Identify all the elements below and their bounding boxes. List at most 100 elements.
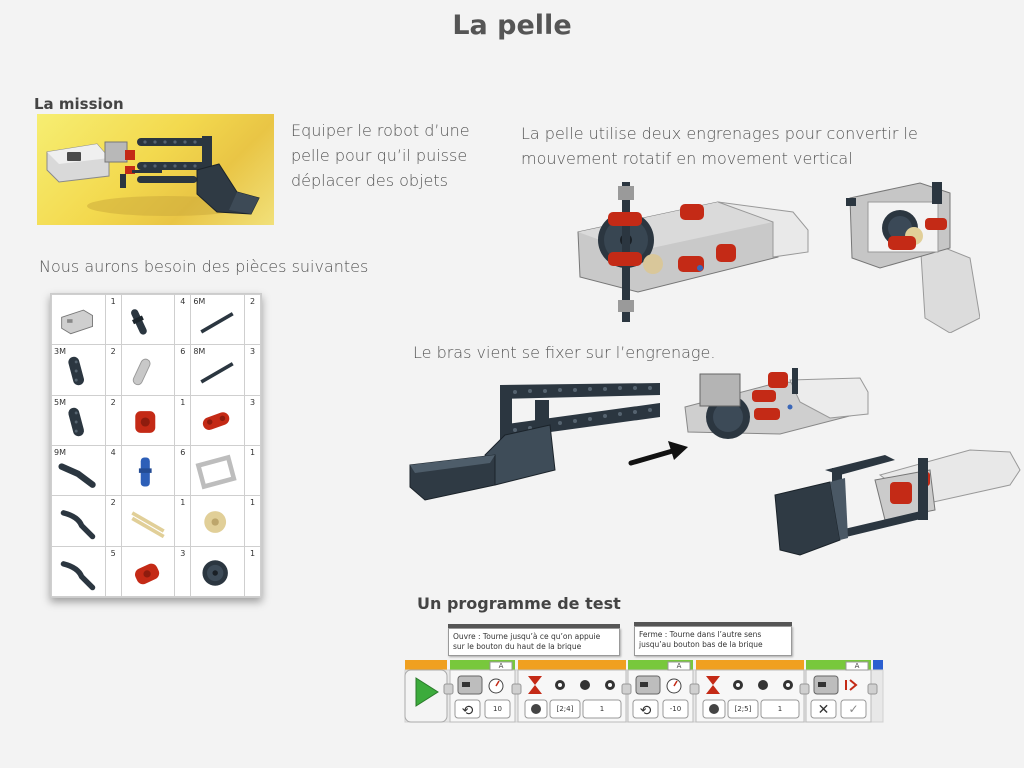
start-block-button[interactable] bbox=[406, 672, 444, 712]
part-cell: 8M 3 bbox=[190, 344, 261, 396]
part-cell: 5 bbox=[51, 545, 122, 598]
part-cell: 2 bbox=[51, 495, 122, 547]
part-quantity: 2 bbox=[104, 496, 121, 546]
mission-line: déplacer des objets bbox=[291, 171, 448, 190]
parts-row: 9M 4 6 1 bbox=[51, 444, 261, 497]
part-cell: 5M 2 bbox=[51, 394, 122, 446]
part-cell: 9M 4 bbox=[51, 444, 122, 497]
page-title: La pelle bbox=[452, 10, 572, 41]
part-red-hub-icon bbox=[134, 410, 155, 433]
comment-line: sur le bouton du haut de la brique bbox=[453, 642, 582, 651]
comment-line: Ferme : Tourne dans l’autre sens bbox=[639, 630, 762, 639]
part-quantity: 1 bbox=[104, 295, 121, 345]
loop-icon[interactable]: ⟲ bbox=[633, 703, 658, 719]
part-quantity: 3 bbox=[244, 345, 260, 395]
wait-state-input[interactable]: 1 bbox=[583, 705, 621, 713]
mission-heading: La mission bbox=[34, 95, 124, 113]
play-icon bbox=[415, 677, 439, 707]
comment-close: Ferme : Tourne dans l’autre sens jusqu’a… bbox=[634, 622, 792, 656]
part-quantity: 5 bbox=[104, 546, 121, 596]
part-gray-frame-rect-icon bbox=[195, 454, 237, 490]
part-quantity: 2 bbox=[244, 295, 260, 345]
part-quantity: 1 bbox=[174, 496, 190, 546]
gear-assembly-illustration bbox=[577, 182, 809, 322]
part-quantity: 4 bbox=[174, 295, 190, 345]
part-quantity: 2 bbox=[104, 345, 121, 395]
gears-description: La pelle utilise deux engrenages pour co… bbox=[521, 121, 951, 171]
part-red-connector-icon bbox=[203, 411, 230, 430]
part-quantity: 6 bbox=[174, 445, 190, 496]
wait-state-input[interactable]: 1 bbox=[761, 705, 799, 713]
part-quantity: 4 bbox=[104, 445, 121, 496]
part-cell: 1 bbox=[120, 394, 192, 446]
part-dark-bent-icon bbox=[58, 463, 96, 488]
part-cell: 1 bbox=[190, 444, 261, 497]
gear-assembly-side-illustration bbox=[846, 182, 980, 333]
part-quantity: 3 bbox=[174, 546, 190, 596]
assembled-shovel-illustration bbox=[774, 449, 1021, 556]
part-red-cross-icon bbox=[134, 563, 159, 584]
part-cell: 6 bbox=[120, 444, 192, 497]
port-label: A bbox=[498, 662, 504, 670]
power-value-input[interactable]: -10 bbox=[663, 705, 688, 713]
part-cell: 4 bbox=[120, 293, 192, 346]
part-tan-gear-icon bbox=[204, 511, 227, 534]
part-cell: 1 bbox=[120, 495, 192, 547]
parts-row: 3M 2 6 8M 3 bbox=[51, 344, 261, 396]
part-quantity: 1 bbox=[244, 445, 260, 496]
shovel-arm-illustration bbox=[409, 383, 660, 501]
part-dark-gear-icon bbox=[202, 559, 229, 586]
mission-robot-image bbox=[37, 114, 274, 225]
parts-table: 1 4 6M 2 3M 2 6 8M 3 5M 2 1 3 9M 4 6 1 2 1 1 5 3 1 bbox=[50, 293, 262, 598]
comment-line: Ouvre : Tourne jusqu’à ce qu’on appuie bbox=[453, 632, 601, 641]
part-dark-curved-icon bbox=[60, 560, 96, 590]
wait-port-input[interactable]: [2;4] bbox=[550, 705, 580, 713]
parts-row: 5 3 1 bbox=[51, 545, 261, 598]
part-dark-axle-icon bbox=[200, 362, 234, 384]
part-dark-axle-icon bbox=[200, 312, 234, 334]
part-gray-frame-icon bbox=[61, 309, 93, 335]
parts-row: 1 4 6M 2 bbox=[51, 293, 261, 346]
part-cell: 3M 2 bbox=[51, 344, 122, 396]
part-quantity: 6 bbox=[174, 345, 190, 395]
part-dark-pin-icon bbox=[130, 309, 147, 335]
loop-icon[interactable]: ⟲ bbox=[455, 703, 480, 719]
port-label: A bbox=[854, 662, 860, 670]
power-value-input[interactable]: 10 bbox=[485, 705, 510, 713]
part-cell: 3 bbox=[120, 545, 192, 598]
part-tan-axle-icon bbox=[131, 511, 165, 539]
stop-icon[interactable]: ✕ bbox=[811, 702, 836, 718]
gears-line: La pelle utilise deux engrenages pour co… bbox=[521, 124, 918, 143]
parts-row: 2 1 1 bbox=[51, 495, 261, 547]
check-icon[interactable]: ✓ bbox=[841, 702, 866, 716]
part-quantity: 1 bbox=[244, 546, 260, 596]
part-cell: 1 bbox=[51, 293, 122, 346]
gears-line: mouvement rotatif en movement vertical bbox=[521, 149, 853, 168]
program-heading: Un programme de test bbox=[417, 594, 621, 613]
mission-description: Equiper le robot d’une pelle pour qu’il … bbox=[291, 118, 491, 193]
part-dark-beam-icon bbox=[68, 407, 84, 436]
parts-grid: 1 4 6M 2 3M 2 6 8M 3 5M 2 1 3 9M 4 6 1 2 1 1 5 3 1 bbox=[51, 293, 261, 598]
port-label: A bbox=[676, 662, 682, 670]
part-quantity: 1 bbox=[244, 496, 260, 546]
wait-port-input[interactable]: [2;5] bbox=[728, 705, 758, 713]
parts-intro: Nous aurons besoin des pièces suivantes bbox=[39, 257, 369, 276]
part-quantity: 2 bbox=[104, 395, 121, 445]
part-quantity: 1 bbox=[174, 395, 190, 445]
mission-line: Equiper le robot d’une bbox=[291, 121, 470, 140]
part-cell: 3 bbox=[190, 394, 261, 446]
parts-row: 5M 2 1 3 bbox=[51, 394, 261, 446]
part-cell: 1 bbox=[190, 495, 261, 547]
part-gray-pin-icon bbox=[132, 358, 151, 386]
mission-line: pelle pour qu’il puisse bbox=[291, 146, 468, 165]
part-cell: 6 bbox=[120, 344, 192, 396]
comment-line: jusqu’au bouton bas de la brique bbox=[639, 640, 763, 649]
part-quantity: 3 bbox=[244, 395, 260, 445]
part-dark-beam-icon bbox=[68, 357, 84, 386]
robot-with-shovel-illustration bbox=[46, 136, 260, 216]
part-dark-curved-icon bbox=[60, 510, 96, 540]
comment-open: Ouvre : Tourne jusqu’à ce qu’on appuie s… bbox=[448, 624, 620, 656]
part-blue-pin-icon bbox=[138, 457, 152, 487]
part-cell: 1 bbox=[190, 545, 261, 598]
part-cell: 6M 2 bbox=[190, 293, 261, 346]
